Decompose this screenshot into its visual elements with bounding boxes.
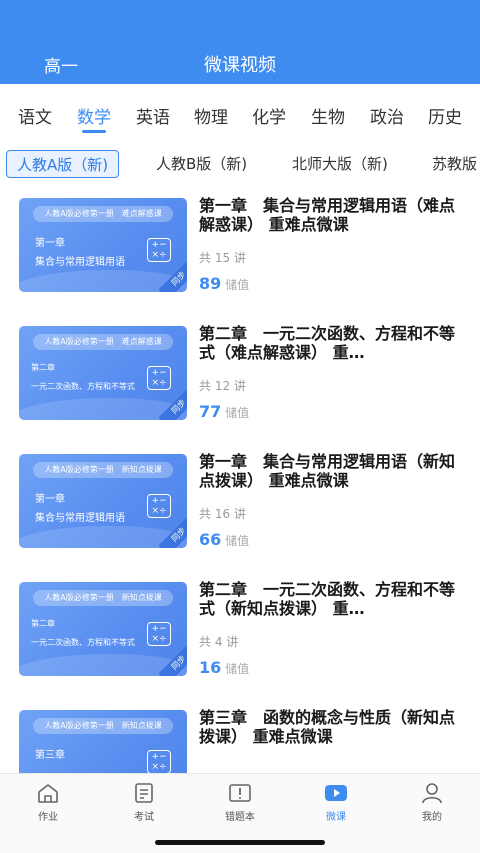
math-symbols-icon: +− ×÷ — [147, 366, 171, 390]
points-value: 77 — [199, 402, 222, 421]
thumbnail-badge: 人教A版必修第一册 新知点拨课 — [33, 590, 173, 606]
lesson-count: 共 12 讲 — [199, 379, 246, 393]
course-points: 89 储值 — [199, 274, 249, 293]
course-title: 第一章 集合与常用逻辑用语（新知点拨课） 重难点微课 — [199, 452, 456, 490]
math-symbols-icon: +− ×÷ — [147, 494, 171, 518]
points-value: 89 — [199, 274, 222, 293]
points-unit: 储值 — [225, 662, 250, 676]
tab-chemistry[interactable]: 化学 — [252, 103, 286, 128]
subject-tabs: 语文 数学 英语 物理 化学 生物 政治 历史 — [0, 84, 480, 138]
nav-label: 微课 — [326, 812, 346, 823]
bottom-nav: 作业 考试 错题本 微课 我的 — [0, 773, 480, 826]
thumbnail-badge: 人教A版必修第一册 新知点拨课 — [33, 718, 173, 734]
page-title: 微课视频 — [204, 55, 276, 76]
course-title: 第三章 函数的概念与性质（新知点拨课） 重难点微课 — [199, 708, 456, 746]
nav-homework[interactable]: 作业 — [0, 774, 96, 827]
thumbnail-topic: 一元二次函数、方程和不等式 — [31, 382, 135, 391]
nav-microcourse[interactable]: 微课 — [288, 774, 384, 827]
edition-sujiao[interactable]: 苏教版 — [422, 150, 480, 178]
course-title: 第一章 集合与常用逻辑用语（难点解惑课） 重难点微课 — [199, 196, 456, 234]
app-header: 高一 微课视频 — [0, 0, 480, 84]
course-item[interactable]: 人教A版必修第一册 新知点拨课 第一章 集合与常用逻辑用语 +− ×÷ 同步 第一… — [0, 446, 480, 574]
edition-filter: 人教A版（新) 人教B版（新) 北师大版（新) 苏教版 — [0, 148, 480, 180]
home-indicator[interactable] — [155, 840, 325, 845]
lesson-count: 共 16 讲 — [199, 507, 246, 521]
thumbnail-topic: 集合与常用逻辑用语 — [35, 513, 125, 524]
thumbnail-chapter: 第三章 — [35, 750, 65, 761]
nav-label: 考试 — [134, 812, 154, 823]
tab-history[interactable]: 历史 — [428, 103, 462, 128]
course-thumbnail: 人教A版必修第一册 新知点拨课 第一章 集合与常用逻辑用语 +− ×÷ 同步 — [19, 454, 187, 548]
tab-physics[interactable]: 物理 — [194, 103, 228, 128]
course-item[interactable]: 人教A版必修第一册 难点解惑课 第一章 集合与常用逻辑用语 +− ×÷ 同步 第一… — [0, 190, 480, 318]
edition-renjiao-a[interactable]: 人教A版（新) — [6, 150, 120, 178]
course-thumbnail: 人教A版必修第一册 难点解惑课 第一章 集合与常用逻辑用语 +− ×÷ 同步 — [19, 198, 187, 292]
thumbnail-badge: 人教A版必修第一册 新知点拨课 — [33, 462, 173, 478]
course-item[interactable]: 人教A版必修第一册 新知点拨课 第二章 一元二次函数、方程和不等式 +− ×÷ 同… — [0, 574, 480, 702]
tab-chinese[interactable]: 语文 — [18, 103, 52, 128]
thumbnail-topic: 一元二次函数、方程和不等式 — [31, 638, 135, 647]
course-list: 人教A版必修第一册 难点解惑课 第一章 集合与常用逻辑用语 +− ×÷ 同步 第一… — [0, 190, 480, 774]
tab-biology[interactable]: 生物 — [311, 103, 345, 128]
points-unit: 储值 — [225, 534, 250, 548]
course-thumbnail: 人教A版必修第一册 新知点拨课 第二章 一元二次函数、方程和不等式 +− ×÷ 同… — [19, 582, 187, 676]
points-unit: 储值 — [225, 406, 250, 420]
nav-label: 错题本 — [225, 812, 255, 823]
course-points: 16 储值 — [199, 658, 249, 677]
thumbnail-chapter: 第二章 — [31, 619, 55, 628]
active-tab-indicator — [82, 130, 106, 133]
tab-english[interactable]: 英语 — [136, 103, 170, 128]
course-item[interactable]: 人教A版必修第一册 难点解惑课 第二章 一元二次函数、方程和不等式 +− ×÷ 同… — [0, 318, 480, 446]
thumbnail-badge: 人教A版必修第一册 难点解惑课 — [33, 334, 173, 350]
edition-beishida[interactable]: 北师大版（新) — [282, 150, 398, 178]
exam-icon — [135, 783, 153, 803]
points-value: 16 — [199, 658, 222, 677]
thumbnail-chapter: 第一章 — [35, 238, 65, 249]
thumbnail-badge: 人教A版必修第一册 难点解惑课 — [33, 206, 173, 222]
notebook-icon — [229, 784, 251, 802]
course-points: 77 储值 — [199, 402, 249, 421]
points-unit: 储值 — [225, 278, 250, 292]
math-symbols-icon: +− ×÷ — [147, 238, 171, 262]
lesson-count: 共 15 讲 — [199, 251, 246, 265]
thumbnail-chapter: 第一章 — [35, 494, 65, 505]
points-value: 66 — [199, 530, 222, 549]
home-icon — [38, 784, 58, 803]
course-thumbnail: 人教A版必修第一册 难点解惑课 第二章 一元二次函数、方程和不等式 +− ×÷ 同… — [19, 326, 187, 420]
nav-exam[interactable]: 考试 — [96, 774, 192, 827]
course-thumbnail: 人教A版必修第一册 新知点拨课 第三章 +−×÷ 同步 — [19, 710, 187, 774]
course-item[interactable]: 人教A版必修第一册 新知点拨课 第三章 +−×÷ 同步 第三章 函数的概念与性质… — [0, 702, 480, 774]
video-icon — [325, 785, 347, 801]
edition-renjiao-b[interactable]: 人教B版（新) — [146, 150, 257, 178]
nav-label: 我的 — [422, 812, 442, 823]
math-symbols-icon: +− ×÷ — [147, 622, 171, 646]
tab-politics[interactable]: 政治 — [370, 103, 404, 128]
person-icon — [422, 783, 442, 804]
course-points: 66 储值 — [199, 530, 249, 549]
nav-label: 作业 — [38, 812, 58, 823]
nav-mistakes[interactable]: 错题本 — [192, 774, 288, 827]
thumbnail-topic: 集合与常用逻辑用语 — [35, 257, 125, 268]
course-title: 第二章 一元二次函数、方程和不等式（新知点拨课） 重… — [199, 580, 456, 618]
lesson-count: 共 4 讲 — [199, 635, 239, 649]
math-symbols-icon: +− ×÷ — [147, 750, 171, 774]
thumbnail-chapter: 第二章 — [31, 363, 55, 372]
tab-math[interactable]: 数学 — [77, 103, 111, 128]
nav-profile[interactable]: 我的 — [384, 774, 480, 827]
course-title: 第二章 一元二次函数、方程和不等式（难点解惑课） 重… — [199, 324, 456, 362]
